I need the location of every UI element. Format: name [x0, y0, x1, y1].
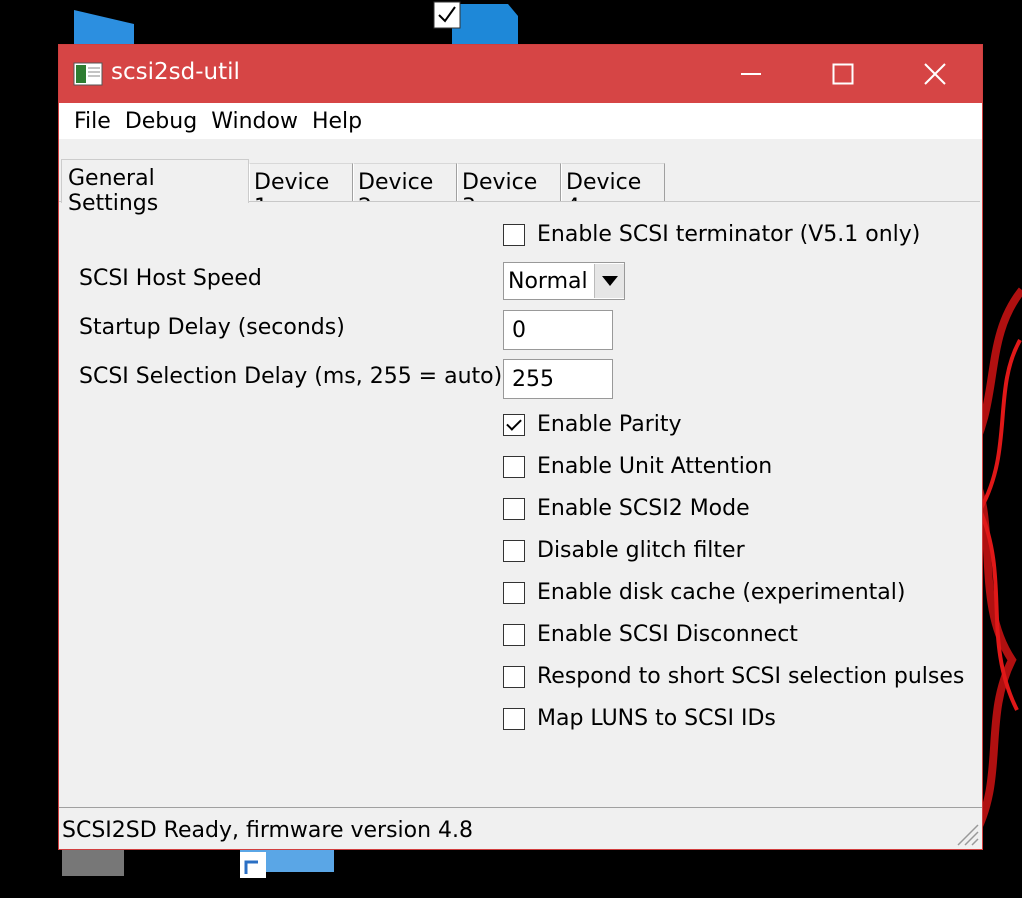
option-map-luns[interactable]: Map LUNS to SCSI IDs	[503, 706, 776, 731]
menu-window[interactable]: Window	[204, 109, 305, 134]
option-enable-parity[interactable]: Enable Parity	[503, 412, 682, 437]
general-settings-panel: Enable SCSI terminator (V5.1 only) SCSI …	[59, 201, 980, 809]
host-speed-select[interactable]: Normal	[503, 262, 625, 300]
startup-delay-label: Startup Delay (seconds)	[79, 315, 345, 340]
option-enable-scsi2-mode[interactable]: Enable SCSI2 Mode	[503, 496, 750, 521]
minimize-button[interactable]	[705, 45, 797, 103]
option-disable-glitch-filter[interactable]: Disable glitch filter	[503, 538, 745, 563]
enable-parity-checkbox[interactable]	[503, 413, 525, 436]
dropdown-arrow-icon[interactable]	[594, 264, 624, 298]
option-enable-scsi-disconnect[interactable]: Enable SCSI Disconnect	[503, 622, 798, 647]
terminator-option[interactable]: Enable SCSI terminator (V5.1 only)	[503, 222, 920, 247]
option-label: Enable Parity	[537, 412, 682, 437]
host-speed-label: SCSI Host Speed	[79, 266, 262, 291]
startup-delay-input[interactable]	[503, 310, 613, 350]
status-bar: SCSI2SD Ready, firmware version 4.8	[59, 807, 982, 849]
maximize-icon	[832, 63, 854, 85]
host-speed-value: Normal	[508, 268, 588, 294]
selection-delay-label: SCSI Selection Delay (ms, 255 = auto)	[79, 364, 503, 389]
close-button[interactable]	[889, 45, 981, 103]
desktop-sd-card-icon[interactable]	[432, 0, 522, 46]
tab-device-1[interactable]: Device 1	[249, 163, 353, 220]
option-label: Respond to short SCSI selection pulses	[537, 664, 965, 689]
option-short-selection-pulses[interactable]: Respond to short SCSI selection pulses	[503, 664, 964, 689]
maximize-button[interactable]	[797, 45, 889, 103]
tab-device-2[interactable]: Device 2	[353, 163, 457, 220]
menu-file[interactable]: File	[67, 109, 118, 134]
tab-device-3[interactable]: Device 3	[457, 163, 561, 220]
app-icon	[73, 62, 103, 86]
map-luns-checkbox[interactable]	[503, 707, 525, 730]
short-selection-pulses-checkbox[interactable]	[503, 665, 525, 688]
desktop-shortcut-icon[interactable]	[60, 842, 340, 898]
selection-delay-input[interactable]	[503, 359, 613, 399]
option-enable-disk-cache[interactable]: Enable disk cache (experimental)	[503, 580, 905, 605]
option-label: Enable Unit Attention	[537, 454, 773, 479]
enable-scsi2-mode-checkbox[interactable]	[503, 497, 525, 520]
app-window: scsi2sd-util File Debug Window Help Gene…	[58, 44, 983, 850]
tab-general-settings[interactable]: General Settings	[61, 159, 249, 216]
enable-unit-attention-checkbox[interactable]	[503, 455, 525, 478]
status-text: SCSI2SD Ready, firmware version 4.8	[62, 818, 474, 843]
option-label: Map LUNS to SCSI IDs	[537, 706, 776, 731]
option-label: Enable SCSI Disconnect	[537, 622, 798, 647]
window-title: scsi2sd-util	[111, 59, 240, 85]
option-label: Enable SCSI2 Mode	[537, 496, 750, 521]
close-icon	[924, 63, 946, 85]
terminator-label: Enable SCSI terminator (V5.1 only)	[537, 222, 921, 247]
tab-device-4[interactable]: Device 4	[561, 163, 665, 220]
option-enable-unit-attention[interactable]: Enable Unit Attention	[503, 454, 772, 479]
title-bar[interactable]: scsi2sd-util	[59, 45, 982, 103]
menu-bar: File Debug Window Help	[59, 103, 982, 139]
menu-debug[interactable]: Debug	[118, 109, 204, 134]
terminator-checkbox[interactable]	[503, 223, 525, 246]
resize-grip-icon[interactable]	[954, 821, 980, 847]
enable-scsi-disconnect-checkbox[interactable]	[503, 623, 525, 646]
tab-strip: General Settings Device 1 Device 2 Devic…	[59, 139, 982, 220]
option-label: Enable disk cache (experimental)	[537, 580, 906, 605]
disable-glitch-filter-checkbox[interactable]	[503, 539, 525, 562]
option-label: Disable glitch filter	[537, 538, 745, 563]
menu-help[interactable]: Help	[305, 109, 369, 134]
minimize-icon	[741, 73, 761, 75]
enable-disk-cache-checkbox[interactable]	[503, 581, 525, 604]
